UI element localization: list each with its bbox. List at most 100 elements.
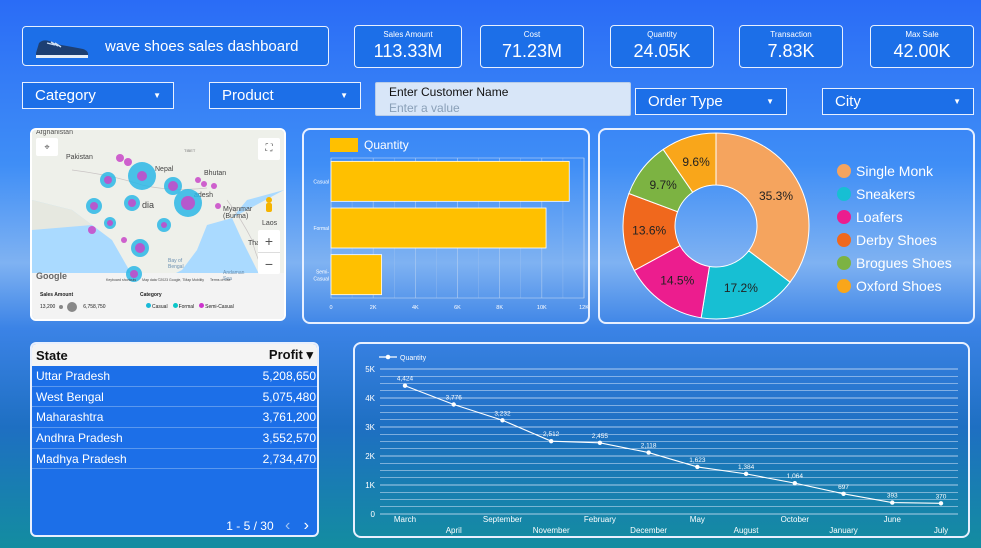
profit-cell: 3,761,200 xyxy=(262,410,316,425)
data-label: 3,232 xyxy=(494,410,511,417)
legend-label: Single Monk xyxy=(856,163,934,179)
legend-dot xyxy=(837,279,851,293)
data-point xyxy=(938,501,944,506)
zoom-in-button[interactable]: + xyxy=(258,230,280,252)
next-page-button[interactable]: › xyxy=(304,517,309,534)
y-tick-label: Formal xyxy=(313,226,329,232)
kpi-card: Max Sale 42.00K xyxy=(870,25,974,68)
table-row[interactable]: Maharashtra 3,761,200 xyxy=(32,407,317,429)
table-row[interactable]: Uttar Pradesh 5,208,650 xyxy=(32,366,317,387)
x-tick-label: February xyxy=(584,515,616,524)
data-label: 2,512 xyxy=(543,431,560,438)
category-filter-label: Category xyxy=(35,87,96,104)
legend-dot xyxy=(837,187,851,201)
legend-label: Loafers xyxy=(856,209,903,225)
data-point xyxy=(402,383,408,388)
prev-page-button[interactable]: ‹ xyxy=(285,517,290,534)
kpi-label: Transaction xyxy=(770,30,812,39)
x-tick-label: December xyxy=(630,526,667,535)
street-view-icon[interactable] xyxy=(262,196,276,216)
zoom-out-button[interactable]: − xyxy=(258,252,280,274)
sales-map[interactable]: Afghanistan Pakistan Nepal Bhutan dia ad… xyxy=(30,128,286,321)
product-filter-label: Product xyxy=(222,87,274,104)
x-tick-label: 12K xyxy=(579,305,588,311)
data-label: 370 xyxy=(936,493,947,500)
legend-dot-icon xyxy=(172,303,178,308)
x-tick-label: January xyxy=(829,526,857,535)
legend-label: Sneakers xyxy=(856,186,915,202)
chevron-down-icon: ▼ xyxy=(153,91,161,100)
data-label: 3,776 xyxy=(446,394,463,401)
google-logo: Google xyxy=(36,271,67,281)
chevron-down-icon: ▼ xyxy=(953,97,961,106)
category-filter[interactable]: Category ▼ xyxy=(22,82,174,109)
profit-cell: 3,552,570 xyxy=(262,430,316,445)
table-row[interactable]: Madhya Pradesh 2,734,470 xyxy=(32,449,317,470)
slice-label: 17.2% xyxy=(724,281,758,295)
table-row[interactable]: Andhra Pradesh 3,552,570 xyxy=(32,428,317,449)
location-pin-icon[interactable]: ⌖ xyxy=(36,138,58,156)
x-tick-label: July xyxy=(934,526,948,535)
table-header: State Profit ▾ xyxy=(32,344,317,366)
legend-category-label: Formal xyxy=(178,304,195,310)
data-label: 2,118 xyxy=(641,443,657,450)
y-tick-label: 4K xyxy=(365,394,375,403)
keyboard-shortcuts-link[interactable]: Keyboard shortcuts xyxy=(106,278,136,282)
quantity-line-chart: 0 1K 2K 3K 4K 5K Quantity 4,424 March 3,776 April 3… xyxy=(365,354,958,535)
fullscreen-icon[interactable]: ⛶ xyxy=(258,138,280,160)
state-cell: West Bengal xyxy=(36,389,104,404)
x-tick-label: 10K xyxy=(537,305,547,311)
legend-category-item: Semi-Casual xyxy=(199,303,234,310)
slice-label: 13.6% xyxy=(632,224,666,238)
map-legend-size-title: Sales Amount xyxy=(40,292,74,298)
slice-label: 9.6% xyxy=(682,155,710,169)
chevron-down-icon: ▼ xyxy=(766,97,774,106)
bar xyxy=(330,160,570,202)
y-tick-label: 2K xyxy=(365,452,375,461)
legend-dot xyxy=(837,256,851,270)
slice-label: 35.3% xyxy=(759,189,793,203)
category-donut-chart: 35.3% 17.2% 14.5% 13.6% 9.7% 9.6% Single Monk S… xyxy=(622,132,952,320)
slice-label: 9.7% xyxy=(649,178,677,192)
map-legend-categories: Casual Formal Semi-Casual xyxy=(146,303,234,310)
legend-size-circles-icon xyxy=(59,302,78,312)
zoom-controls: + − xyxy=(258,230,280,274)
pagination-text: 1 - 5 / 30 xyxy=(226,519,274,533)
x-tick-label: November xyxy=(533,526,570,535)
data-label: 1,064 xyxy=(787,473,804,480)
kpi-value: 7.83K xyxy=(767,41,815,61)
state-cell: Madhya Pradesh xyxy=(36,451,127,466)
table-row[interactable]: West Bengal 5,075,480 xyxy=(32,387,317,408)
x-tick-label: 8K xyxy=(496,305,503,311)
dashboard-title-card: wave shoes sales dashboard xyxy=(22,26,329,66)
data-point xyxy=(646,450,651,455)
data-label: 2,455 xyxy=(592,433,609,440)
data-point xyxy=(597,440,603,446)
product-filter[interactable]: Product ▼ xyxy=(209,82,361,109)
legend-size-max: 6,758,750 xyxy=(83,304,106,310)
customer-name-input[interactable]: Enter Customer Name Enter a value xyxy=(375,82,631,116)
kpi-card: Quantity 24.05K xyxy=(610,25,714,68)
kpi-card: Cost 71.23M xyxy=(480,25,584,68)
quantity-bar-chart-panel: 0 2K 4K 6K 8K 10K 12K Quantity Casual Formal Semi-… xyxy=(302,128,590,324)
order-type-filter-label: Order Type xyxy=(648,93,723,110)
y-tick-label: Casual xyxy=(313,179,329,185)
state-column-header[interactable]: State xyxy=(36,348,68,363)
profit-cell: 5,075,480 xyxy=(262,389,316,404)
data-label: 1,384 xyxy=(738,464,755,471)
x-tick-label: September xyxy=(483,515,522,524)
city-filter[interactable]: City ▼ xyxy=(822,88,974,115)
x-tick-label: March xyxy=(394,515,416,524)
profit-column-header[interactable]: Profit ▾ xyxy=(269,347,313,363)
x-tick-label: May xyxy=(690,515,705,524)
bar xyxy=(330,207,547,249)
y-tick-label: 3K xyxy=(365,423,375,432)
data-point xyxy=(890,500,895,505)
x-tick-label: 2K xyxy=(370,305,377,311)
order-type-filter[interactable]: Order Type ▼ xyxy=(635,88,787,115)
kpi-value: 42.00K xyxy=(893,41,951,61)
legend-label: Brogues Shoes xyxy=(856,255,952,271)
y-tick-label: 0 xyxy=(371,510,376,519)
city-filter-label: City xyxy=(835,93,861,110)
terms-link[interactable]: Terms of Use xyxy=(210,278,231,282)
